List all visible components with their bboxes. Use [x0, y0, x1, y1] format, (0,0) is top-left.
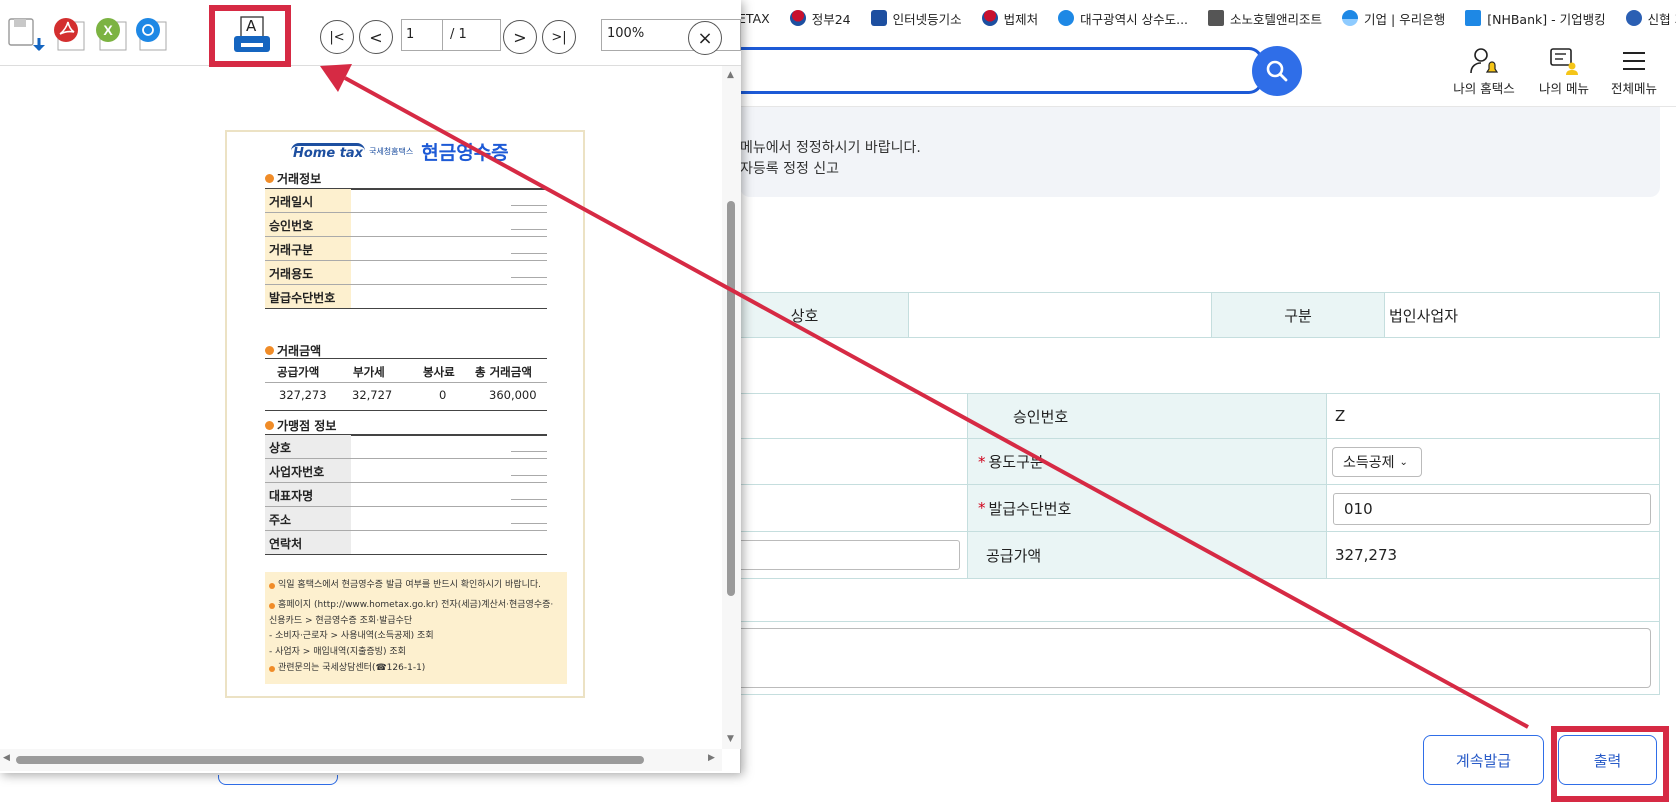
annotation-arrow-shaft	[344, 76, 1529, 729]
annotation-arrow	[320, 64, 1529, 729]
